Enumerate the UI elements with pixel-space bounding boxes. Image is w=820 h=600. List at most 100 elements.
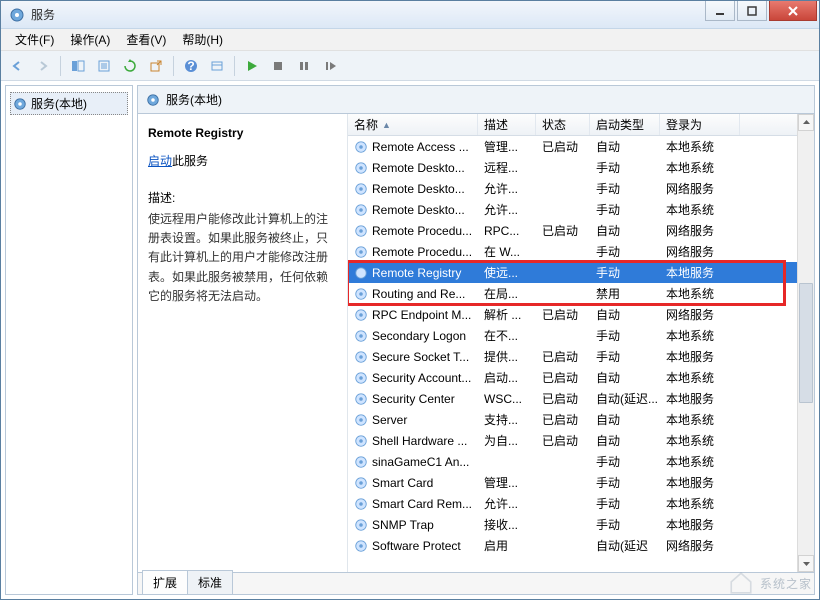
- cell-logon: 本地服务: [660, 264, 740, 281]
- col-status[interactable]: 状态: [536, 114, 590, 135]
- service-row[interactable]: Secondary Logon在不...手动本地系统: [348, 325, 814, 346]
- tab-standard[interactable]: 标准: [187, 570, 233, 594]
- scroll-down-button[interactable]: [798, 555, 814, 572]
- cell-startup: 手动: [590, 453, 660, 470]
- titlebar: 服务: [1, 1, 819, 29]
- cell-logon: 本地服务: [660, 516, 740, 533]
- detail-desc-label: 描述:: [148, 189, 337, 206]
- cell-logon: 本地系统: [660, 327, 740, 344]
- tab-extended[interactable]: 扩展: [142, 570, 188, 594]
- list-body[interactable]: Remote Access ...管理...已启动自动本地系统Remote De…: [348, 136, 814, 572]
- detail-action: 启动此服务: [148, 152, 337, 169]
- service-row[interactable]: Secure Socket T...提供...已启动手动本地服务: [348, 346, 814, 367]
- help-button[interactable]: ?: [179, 54, 203, 78]
- main-content: Remote Registry 启动此服务 描述: 使远程用户能修改此计算机上的…: [137, 113, 815, 573]
- window-title: 服务: [31, 6, 705, 23]
- back-button[interactable]: [5, 54, 29, 78]
- export-button[interactable]: [144, 54, 168, 78]
- properties-button[interactable]: [92, 54, 116, 78]
- services-window: 服务 文件(F) 操作(A) 查看(V) 帮助(H) ?: [0, 0, 820, 600]
- service-row[interactable]: Remote Procedu...在 W...手动网络服务: [348, 241, 814, 262]
- cell-logon: 网络服务: [660, 222, 740, 239]
- cell-logon: 网络服务: [660, 537, 740, 554]
- main-pane: 服务(本地) Remote Registry 启动此服务 描述: 使远程用户能修…: [137, 85, 815, 595]
- scroll-track[interactable]: [798, 404, 814, 555]
- tree-root-item[interactable]: 服务(本地): [10, 92, 128, 115]
- menu-view[interactable]: 查看(V): [118, 29, 174, 50]
- cell-name: Remote Deskto...: [348, 182, 478, 196]
- service-row[interactable]: Remote Deskto...允许...手动网络服务: [348, 178, 814, 199]
- close-button[interactable]: [769, 1, 817, 21]
- cell-name: Remote Deskto...: [348, 161, 478, 175]
- service-row[interactable]: Smart Card管理...手动本地服务: [348, 472, 814, 493]
- tabs-footer: 扩展 标准: [137, 573, 815, 595]
- pause-service-button[interactable]: [292, 54, 316, 78]
- service-row[interactable]: SNMP Trap接收...手动本地服务: [348, 514, 814, 535]
- service-row[interactable]: Software Protect启用自动(延迟网络服务: [348, 535, 814, 556]
- forward-button[interactable]: [31, 54, 55, 78]
- scroll-up-button[interactable]: [798, 114, 814, 131]
- filter-button[interactable]: [205, 54, 229, 78]
- cell-logon: 本地系统: [660, 369, 740, 386]
- service-row[interactable]: Remote Access ...管理...已启动自动本地系统: [348, 136, 814, 157]
- scroll-thumb[interactable]: [799, 283, 813, 403]
- list-header: 名称▲ 描述 状态 启动类型 登录为: [348, 114, 814, 136]
- service-row[interactable]: Shell Hardware ...为自...已启动自动本地系统: [348, 430, 814, 451]
- cell-startup: 手动: [590, 180, 660, 197]
- cell-name: Software Protect: [348, 539, 478, 553]
- service-row[interactable]: Smart Card Rem...允许...手动本地系统: [348, 493, 814, 514]
- service-row[interactable]: Remote Deskto...远程...手动本地系统: [348, 157, 814, 178]
- main-header: 服务(本地): [137, 85, 815, 113]
- cell-name: Routing and Re...: [348, 287, 478, 301]
- service-row[interactable]: Remote Deskto...允许...手动本地系统: [348, 199, 814, 220]
- cell-startup: 手动: [590, 348, 660, 365]
- service-row[interactable]: sinaGameC1 An...手动本地系统: [348, 451, 814, 472]
- cell-logon: 本地服务: [660, 474, 740, 491]
- service-row[interactable]: Security Account...启动...已启动自动本地系统: [348, 367, 814, 388]
- sort-asc-icon: ▲: [382, 120, 391, 130]
- tree-pane: 服务(本地): [5, 85, 133, 595]
- col-startup[interactable]: 启动类型: [590, 114, 660, 135]
- cell-logon: 本地系统: [660, 495, 740, 512]
- stop-service-button[interactable]: [266, 54, 290, 78]
- cell-desc: 启动...: [478, 369, 536, 386]
- list-pane: 名称▲ 描述 状态 启动类型 登录为 Remote Access ...管理..…: [348, 114, 814, 572]
- cell-name: Smart Card: [348, 476, 478, 490]
- cell-startup: 手动: [590, 327, 660, 344]
- service-row[interactable]: Security CenterWSC...已启动自动(延迟...本地服务: [348, 388, 814, 409]
- refresh-button[interactable]: [118, 54, 142, 78]
- service-row[interactable]: Remote Registry使远...手动本地服务: [348, 262, 814, 283]
- menu-action[interactable]: 操作(A): [62, 29, 118, 50]
- cell-desc: 在局...: [478, 285, 536, 302]
- menu-file[interactable]: 文件(F): [7, 29, 62, 50]
- scroll-track[interactable]: [798, 131, 814, 282]
- col-logon[interactable]: 登录为: [660, 114, 740, 135]
- window-controls: [705, 1, 819, 28]
- cell-logon: 本地服务: [660, 390, 740, 407]
- minimize-button[interactable]: [705, 1, 735, 21]
- cell-name: Remote Access ...: [348, 140, 478, 154]
- cell-status: 已启动: [536, 369, 590, 386]
- col-desc[interactable]: 描述: [478, 114, 536, 135]
- vertical-scrollbar[interactable]: [797, 114, 814, 572]
- show-hide-tree-button[interactable]: [66, 54, 90, 78]
- menu-help[interactable]: 帮助(H): [174, 29, 231, 50]
- separator: [173, 56, 174, 76]
- start-service-button[interactable]: [240, 54, 264, 78]
- cell-name: RPC Endpoint M...: [348, 308, 478, 322]
- service-row[interactable]: Server支持...已启动自动本地系统: [348, 409, 814, 430]
- col-name[interactable]: 名称▲: [348, 114, 478, 135]
- maximize-button[interactable]: [737, 1, 767, 21]
- cell-desc: 使远...: [478, 264, 536, 281]
- cell-desc: 允许...: [478, 180, 536, 197]
- service-row[interactable]: Remote Procedu...RPC...已启动自动网络服务: [348, 220, 814, 241]
- body: 服务(本地) 服务(本地) Remote Registry 启动此服务 描述: …: [1, 81, 819, 599]
- service-row[interactable]: RPC Endpoint M...解析 ...已启动自动网络服务: [348, 304, 814, 325]
- cell-name: Remote Procedu...: [348, 224, 478, 238]
- cell-desc: 支持...: [478, 411, 536, 428]
- service-row[interactable]: Routing and Re...在局...禁用本地系统: [348, 283, 814, 304]
- cell-logon: 本地系统: [660, 432, 740, 449]
- cell-status: 已启动: [536, 348, 590, 365]
- start-link[interactable]: 启动: [148, 154, 172, 168]
- restart-service-button[interactable]: [318, 54, 342, 78]
